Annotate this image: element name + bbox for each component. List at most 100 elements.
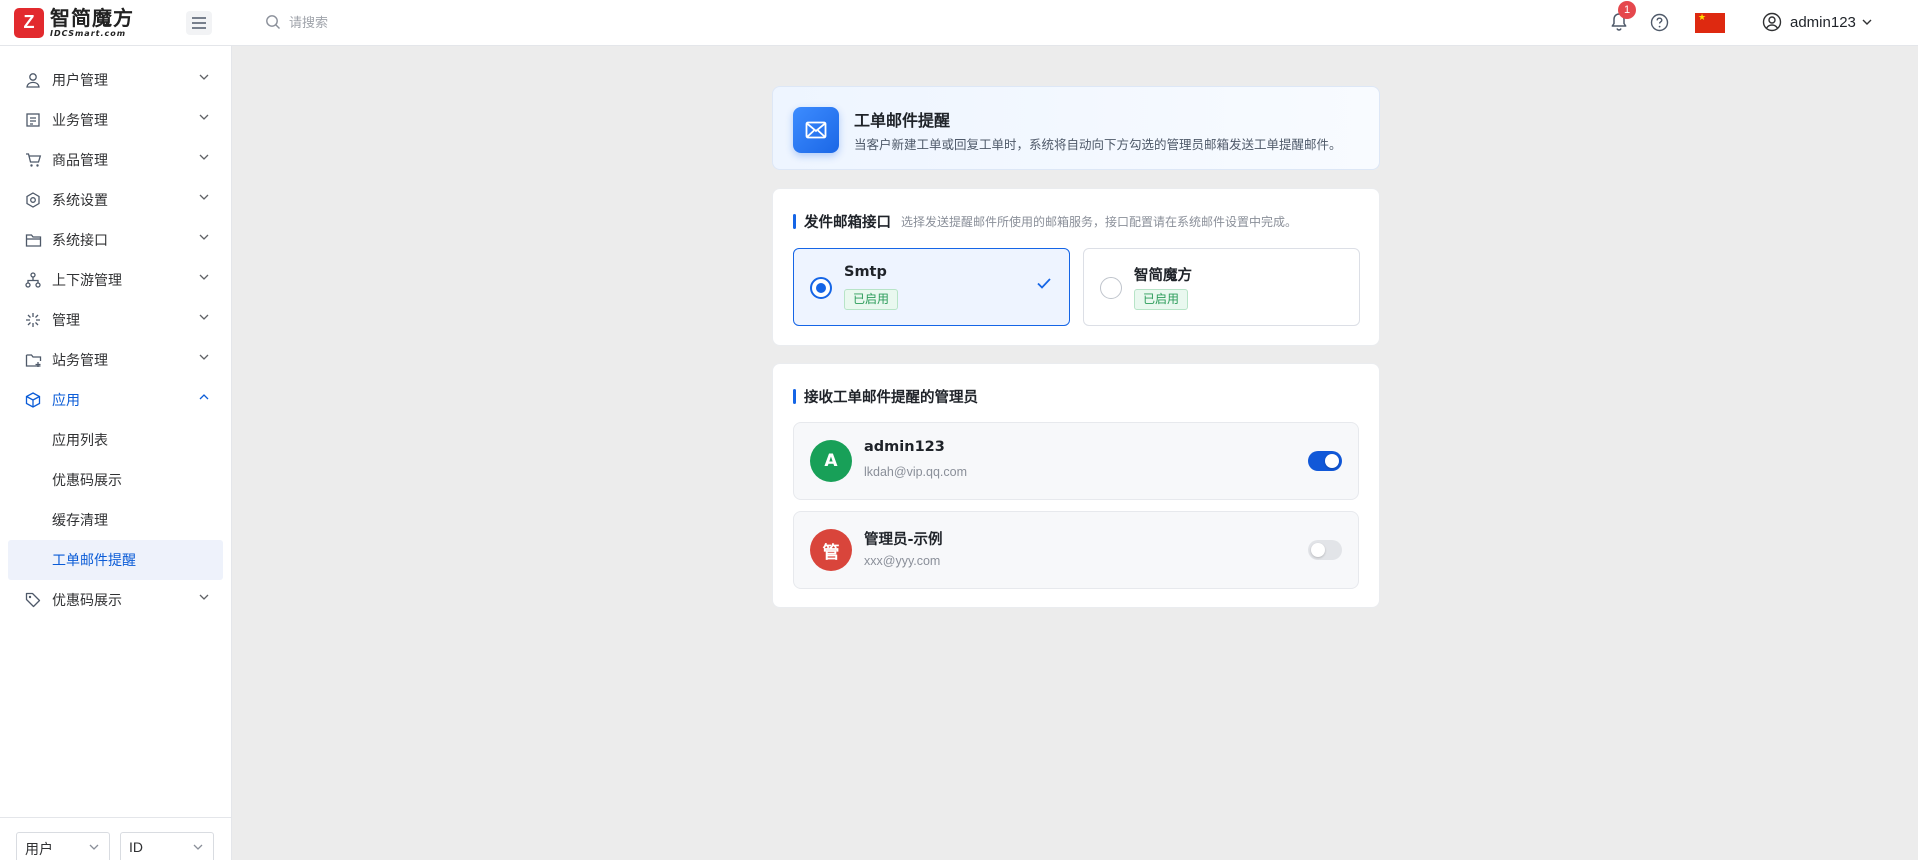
mail-option-smtp[interactable]: Smtp 已启用 [793,248,1070,326]
user-name: admin123 [1790,13,1856,31]
admin-row: 管 管理员-示例 xxx@yyy.com [793,511,1359,589]
sidebar-item-label: 管理 [52,313,80,329]
sidebar-item-apps[interactable]: 应用 [0,380,231,420]
cube-icon [24,391,42,409]
sidebar-item-system-interface[interactable]: 系统接口 [0,220,231,260]
admin-name: 管理员-示例 [864,532,943,548]
sidebar-item-label: 商品管理 [52,153,108,169]
avatar: 管 [810,529,852,571]
chevron-down-icon [199,314,209,320]
sidebar-item-coupon-display[interactable]: 优惠码展示 [0,580,231,620]
search-field-select[interactable]: ID [120,832,214,860]
sidebar-item-user-management[interactable]: 用户管理 [0,60,231,100]
admin-email: lkdah@vip.qq.com [864,465,968,479]
chevron-down-icon [199,354,209,360]
brand-text: 智简魔方 IDCSmart.com [50,8,134,38]
sidebar-item-system-settings[interactable]: 系统设置 [0,180,231,220]
brand-domain: IDCSmart.com [50,28,127,38]
search-type-value: 用户 [25,841,53,857]
admin-name: admin123 [864,439,945,455]
sidebar-item-product-management[interactable]: 商品管理 [0,140,231,180]
burst-icon [24,311,42,329]
chevron-down-icon [199,74,209,80]
toggle-knob [1325,454,1339,468]
cart-icon [24,151,42,169]
sidebar-subitem-ticket-mail-reminder[interactable]: 工单邮件提醒 [8,540,223,580]
sidebar-subitem-cache-clear[interactable]: 缓存清理 [0,500,231,540]
hierarchy-icon [24,271,42,289]
sidebar-item-site-management[interactable]: 站务管理 [0,340,231,380]
tag-icon [24,591,42,609]
chevron-down-icon [199,114,209,120]
chevron-down-icon [89,844,99,850]
status-badge: 已启用 [844,289,899,310]
language-flag-button[interactable]: ★ [1695,13,1725,33]
sidebar-nav: 用户管理 业务管理 商品管理 系统设置 系统接口 上下游管理 管理 站务管理 应… [0,46,231,620]
notify-toggle[interactable] [1308,540,1342,560]
admin-recipients-card: 接收工单邮件提醒的管理员 A admin123 lkdah@vip.qq.com… [772,363,1380,608]
chevron-down-icon [199,594,209,600]
chevron-down-icon [199,234,209,240]
user-menu[interactable]: admin123 [1762,12,1872,32]
section-accent-bar [793,214,796,229]
section-header: 发件邮箱接口 选择发送提醒邮件所使用的邮箱服务，接口配置请在系统邮件设置中完成。 [793,211,1297,232]
search-icon [266,14,280,29]
chevron-up-icon [199,394,209,400]
mail-option-idcsmart[interactable]: 智简魔方 已启用 [1083,248,1360,326]
check-icon [1037,278,1051,289]
search-type-select[interactable]: 用户 [16,832,110,860]
section-hint: 选择发送提醒邮件所使用的邮箱服务，接口配置请在系统邮件设置中完成。 [901,215,1298,229]
sidebar-subitem-coupon-display[interactable]: 优惠码展示 [0,460,231,500]
sidebar-item-label: 用户管理 [52,73,108,89]
sidebar-item-business-management[interactable]: 业务管理 [0,100,231,140]
sidebar-subitem-app-list[interactable]: 应用列表 [0,420,231,460]
page-header-card: 工单邮件提醒 当客户新建工单或回复工单时，系统将自动向下方勾选的管理员邮箱发送工… [772,86,1380,170]
radio-button[interactable] [1100,277,1122,299]
sidebar-item-manage[interactable]: 管理 [0,300,231,340]
section-accent-bar [793,389,796,404]
search-box[interactable]: 请搜索 [265,12,328,31]
option-name: Smtp [844,264,887,280]
search-field-value: ID [129,839,143,855]
help-icon [1650,13,1669,32]
top-bar: Z 智简魔方 IDCSmart.com 请搜索 1 ★ admin123 [0,0,1918,46]
sidebar-item-label: 优惠码展示 [52,593,122,609]
help-button[interactable] [1650,13,1669,36]
folder-add-icon [24,351,42,369]
user-icon [24,71,42,89]
sidebar: 用户管理 业务管理 商品管理 系统设置 系统接口 上下游管理 管理 站务管理 应… [0,46,232,860]
status-badge: 已启用 [1134,289,1189,310]
document-icon [24,111,42,129]
sidebar-item-upstream-downstream[interactable]: 上下游管理 [0,260,231,300]
sidebar-item-label: 系统接口 [52,233,108,249]
admin-email: xxx@yyy.com [864,554,941,568]
search-input[interactable]: 请搜索 [289,12,328,31]
section-title: 接收工单邮件提醒的管理员 [804,390,978,406]
notify-toggle[interactable] [1308,451,1342,471]
folder-icon [24,231,42,249]
sidebar-item-label: 系统设置 [52,193,108,209]
brand-name: 智简魔方 [50,5,134,30]
user-circle-icon [1762,12,1782,32]
radio-button[interactable] [810,277,832,299]
admin-row: A admin123 lkdah@vip.qq.com [793,422,1359,500]
avatar: A [810,440,852,482]
sidebar-footer: 用户 ID [0,817,232,860]
chevron-down-icon [199,274,209,280]
chevron-down-icon [1862,19,1872,25]
brand-mark-icon: Z [14,7,44,38]
section-header: 接收工单邮件提醒的管理员 [793,386,978,407]
hamburger-icon [192,17,206,29]
toggle-knob [1311,543,1325,557]
menu-toggle-button[interactable] [186,11,212,35]
page-description: 当客户新建工单或回复工单时，系统将自动向下方勾选的管理员邮箱发送工单提醒邮件。 [854,137,1342,152]
section-title: 发件邮箱接口 [804,215,891,231]
sidebar-item-label: 站务管理 [52,353,108,369]
chevron-down-icon [193,844,203,850]
notification-badge: 1 [1618,1,1636,19]
sidebar-item-label: 上下游管理 [52,273,122,289]
sidebar-item-label: 业务管理 [52,113,108,129]
mail-icon [793,107,839,153]
china-flag-icon: ★ [1698,13,1707,23]
chevron-down-icon [199,154,209,160]
